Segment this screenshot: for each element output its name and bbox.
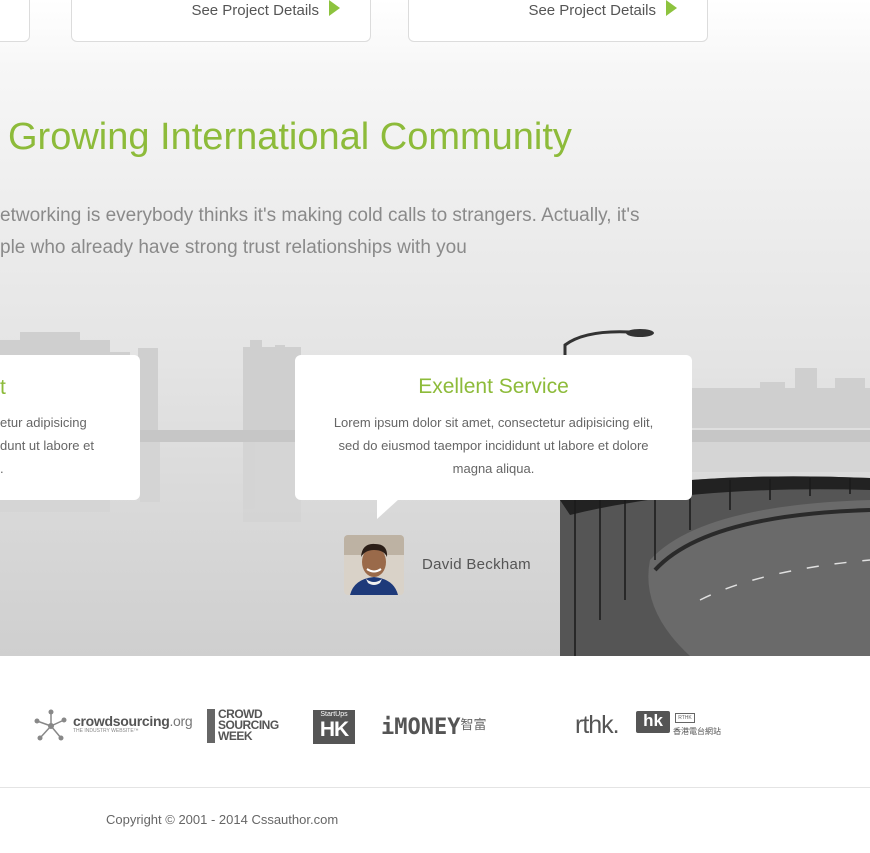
testimonial-card: Exellent Service Lorem ipsum dolor sit a… <box>295 355 692 500</box>
logo-tagline: THE INDUSTRY WEBSITE™ <box>73 728 139 734</box>
speech-bubble-tail <box>377 499 399 519</box>
logo-name: rthk. <box>575 711 620 739</box>
see-project-details-link[interactable]: See Project Details <box>528 0 677 19</box>
logo-name: iMONEY <box>381 715 461 740</box>
play-arrow-icon <box>329 0 340 16</box>
startups-hk-logo[interactable]: StartUps HK <box>313 710 355 744</box>
logo-name: CROWD SOURCING WEEK <box>218 707 279 743</box>
project-card-left <box>0 0 30 42</box>
intro-line: ple who already have strong trust relati… <box>0 237 467 258</box>
testimonial-author: David Beckham <box>422 556 531 573</box>
crowdsourcing-org-logo[interactable]: crowdsourcing.org THE INDUSTRY WEBSITE™ <box>33 708 193 749</box>
testimonial-text-line: etur adipisicing <box>0 415 87 430</box>
testimonial-text: Lorem ipsum dolor sit amet, consectetur … <box>333 415 654 476</box>
testimonial-text-line: . <box>0 461 4 476</box>
intro-line: etworking is everybody thinks it's makin… <box>0 205 640 226</box>
testimonial-title: Exellent Service <box>418 375 569 398</box>
logo-radio-badge: RTHK <box>675 713 695 723</box>
testimonial-title: t <box>0 376 6 399</box>
logo-name: HK <box>319 718 349 741</box>
community-heading: Growing International Community <box>8 116 572 158</box>
community-intro: etworking is everybody thinks it's makin… <box>0 200 700 264</box>
hero-section: See Project Details See Project Details … <box>0 0 870 656</box>
logo-chinese-name: 香港電台網站 <box>673 727 721 736</box>
testimonial-text-line: dunt ut labore et <box>0 438 94 453</box>
footer-divider <box>0 787 870 788</box>
project-card: See Project Details <box>71 0 371 42</box>
play-arrow-icon <box>666 0 677 16</box>
testimonial-text: etur adipisicing dunt ut labore et . <box>0 411 140 480</box>
see-project-details-link[interactable]: See Project Details <box>191 0 340 19</box>
logo-name: crowdsourcing.org <box>73 713 193 729</box>
testimonial-card-left: t etur adipisicing dunt ut labore et . <box>0 355 140 500</box>
avatar <box>344 535 404 595</box>
imoney-logo[interactable]: iMONEY智富 <box>381 714 487 740</box>
logo-hk-badge: hk <box>636 711 670 733</box>
network-icon <box>34 709 67 741</box>
project-card: See Project Details <box>408 0 708 42</box>
logo-bar <box>207 709 215 743</box>
logo-chinese-name: 智富 <box>460 717 487 732</box>
logo-small-text: StartUps <box>320 711 348 718</box>
copyright-text: Copyright © 2001 - 2014 Cssauthor.com <box>106 812 339 827</box>
